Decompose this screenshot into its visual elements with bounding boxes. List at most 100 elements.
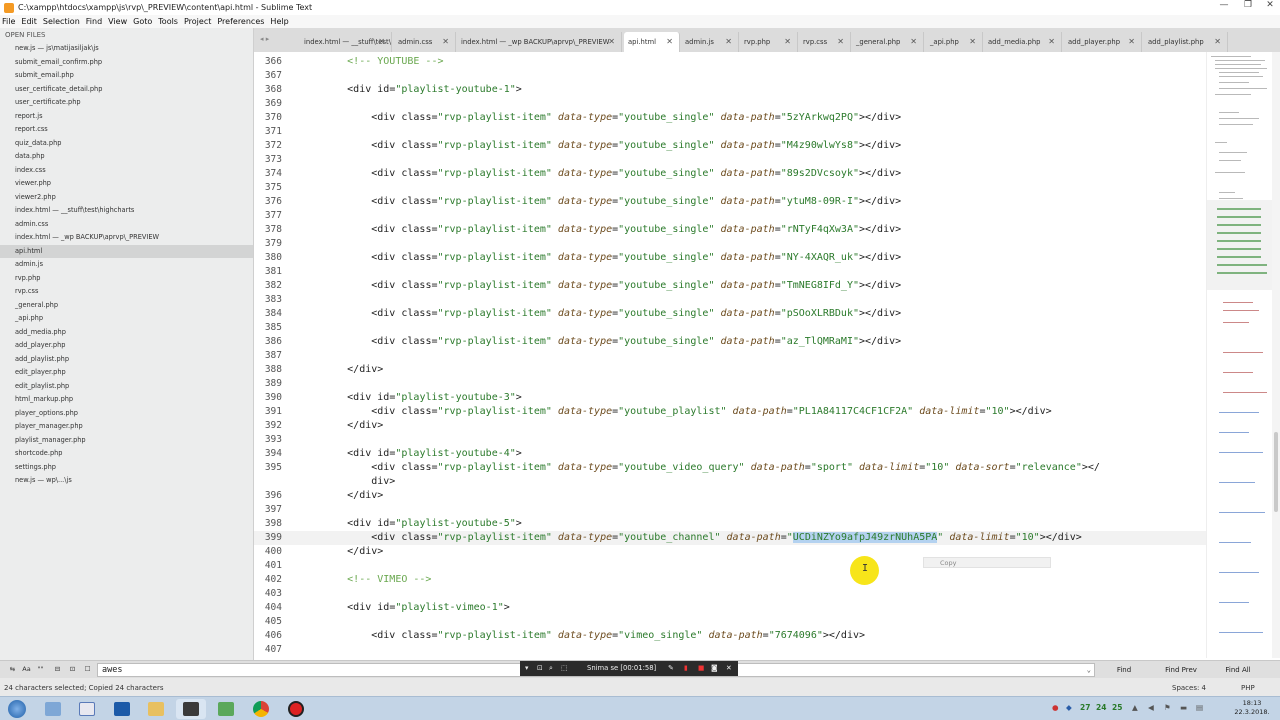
indentation-setting[interactable]: Spaces: 4: [1172, 678, 1206, 698]
in-selection-toggle-icon[interactable]: ⊡: [66, 664, 79, 675]
tab-file[interactable]: add_player.php ✕: [1064, 32, 1142, 52]
sidebar-file-item[interactable]: settings.php: [0, 461, 253, 475]
tab-file[interactable]: add_media.php ✕: [984, 32, 1062, 52]
tab-scroll-arrows[interactable]: ◂ ▸: [260, 35, 269, 43]
recorder-pen-icon[interactable]: ✎: [668, 661, 674, 676]
menu-edit[interactable]: Edit: [21, 17, 37, 26]
chrome-icon[interactable]: [246, 699, 276, 719]
sidebar-file-item[interactable]: submit_email_confirm.php: [0, 56, 253, 70]
sidebar-file-item[interactable]: api.html: [0, 244, 253, 258]
code-line[interactable]: 376 <div class="rvp-playlist-item" data-…: [254, 195, 1206, 209]
tab-close-icon[interactable]: ✕: [1048, 32, 1055, 52]
sidebar-file-item[interactable]: data.php: [0, 150, 253, 164]
tab-file[interactable]: _api.php ✕: [926, 32, 983, 52]
recorder-region-icon[interactable]: ⬚: [561, 661, 567, 676]
tray-flag-icon[interactable]: ⚑: [1164, 703, 1171, 712]
sidebar-file-item[interactable]: add_media.php: [0, 326, 253, 340]
tab-close-icon[interactable]: ✕: [1214, 32, 1221, 52]
tab-close-icon[interactable]: ✕: [837, 32, 844, 52]
menu-project[interactable]: Project: [184, 17, 211, 26]
tray-signal-icon[interactable]: ▤: [1196, 703, 1203, 712]
find-prev-button[interactable]: Find Prev: [1154, 663, 1208, 677]
minimize-button[interactable]: —: [1212, 0, 1236, 15]
code-editor[interactable]: 366 <!-- YOUTUBE --> 367 368 <div id="play…: [254, 52, 1206, 658]
recorder-window-icon[interactable]: ⊡: [537, 661, 543, 676]
code-line[interactable]: 384 <div class="rvp-playlist-item" data-…: [254, 307, 1206, 321]
visual-studio-icon[interactable]: [107, 699, 137, 719]
tab-file[interactable]: rvp.css ✕: [799, 32, 851, 52]
tray-counter-3[interactable]: 25: [1112, 703, 1122, 712]
menu-tools[interactable]: Tools: [158, 17, 178, 26]
regex-toggle-icon[interactable]: ⇆: [6, 664, 19, 675]
tab-file[interactable]: index.html — __stuff\test\ ✕: [300, 32, 392, 52]
code-line[interactable]: 398 <div id="playlist-youtube-5">: [254, 517, 1206, 531]
code-line[interactable]: 392 </div>: [254, 419, 1206, 433]
code-line[interactable]: 391 <div class="rvp-playlist-item" data-…: [254, 405, 1206, 419]
sidebar-file-item[interactable]: report.js: [0, 110, 253, 124]
tab-close-icon[interactable]: ✕: [666, 32, 673, 52]
sidebar-file-item[interactable]: new.js — js\matijasiljak\js: [0, 42, 253, 56]
recorder-pause-icon[interactable]: ▮: [684, 661, 688, 676]
code-line[interactable]: 380 <div class="rvp-playlist-item" data-…: [254, 251, 1206, 265]
code-line[interactable]: 366 <!-- YOUTUBE -->: [254, 55, 1206, 69]
sidebar-file-item[interactable]: admin.js: [0, 258, 253, 272]
menu-help[interactable]: Help: [270, 17, 288, 26]
code-line[interactable]: 394 <div id="playlist-youtube-4">: [254, 447, 1206, 461]
code-line[interactable]: 383: [254, 293, 1206, 307]
code-line[interactable]: 406 <div class="rvp-playlist-item" data-…: [254, 629, 1206, 643]
tray-app-icon[interactable]: ◆: [1066, 703, 1072, 712]
tab-close-icon[interactable]: ✕: [969, 32, 976, 52]
code-line[interactable]: 395 <div class="rvp-playlist-item" data-…: [254, 461, 1206, 475]
code-line[interactable]: 390 <div id="playlist-youtube-3">: [254, 391, 1206, 405]
code-line[interactable]: 403: [254, 587, 1206, 601]
sidebar-file-item[interactable]: add_playlist.php: [0, 353, 253, 367]
sidebar-file-item[interactable]: rvp.php: [0, 272, 253, 286]
wrap-toggle-icon[interactable]: ⊟: [51, 664, 64, 675]
tab-close-icon[interactable]: ✕: [910, 32, 917, 52]
whole-word-toggle-icon[interactable]: "": [34, 664, 47, 675]
sidebar-file-item[interactable]: quiz_data.php: [0, 137, 253, 151]
code-line[interactable]: 369: [254, 97, 1206, 111]
close-window-button[interactable]: ✕: [1258, 0, 1280, 15]
code-line[interactable]: 400 </div>: [254, 545, 1206, 559]
sidebar-file-item[interactable]: submit_email.php: [0, 69, 253, 83]
code-line[interactable]: 378 <div class="rvp-playlist-item" data-…: [254, 223, 1206, 237]
sidebar-file-item[interactable]: viewer2.php: [0, 191, 253, 205]
tab-close-icon[interactable]: ✕: [784, 32, 791, 52]
code-line[interactable]: 386 <div class="rvp-playlist-item" data-…: [254, 335, 1206, 349]
sidebar-file-item[interactable]: index.css: [0, 164, 253, 178]
find-all-button[interactable]: Find All: [1212, 663, 1264, 677]
code-line[interactable]: 401: [254, 559, 1206, 573]
sidebar-file-item[interactable]: player_options.php: [0, 407, 253, 421]
code-line[interactable]: 397: [254, 503, 1206, 517]
maximize-button[interactable]: ❐: [1236, 0, 1260, 15]
code-line[interactable]: 396 </div>: [254, 489, 1206, 503]
start-orb-icon[interactable]: [2, 699, 32, 719]
sidebar-file-item[interactable]: _general.php: [0, 299, 253, 313]
tab-close-icon[interactable]: ✕: [442, 32, 449, 52]
code-line[interactable]: 375: [254, 181, 1206, 195]
tray-battery-icon[interactable]: ▬: [1180, 703, 1187, 712]
code-line[interactable]: 393: [254, 433, 1206, 447]
tab-close-icon[interactable]: ✕: [1128, 32, 1135, 52]
menu-selection[interactable]: Selection: [43, 17, 80, 26]
sidebar-file-item[interactable]: add_player.php: [0, 339, 253, 353]
sidebar-file-item[interactable]: shortcode.php: [0, 447, 253, 461]
tab-close-icon[interactable]: ✕: [378, 32, 385, 52]
tab-file[interactable]: add_playlist.php ✕: [1144, 32, 1228, 52]
notepad-icon[interactable]: [72, 699, 102, 719]
highlight-toggle-icon[interactable]: ☐: [81, 664, 94, 675]
code-line[interactable]: 407: [254, 643, 1206, 657]
menu-find[interactable]: Find: [86, 17, 102, 26]
code-line[interactable]: 405: [254, 615, 1206, 629]
calculator-icon[interactable]: [211, 699, 241, 719]
tab-close-icon[interactable]: ✕: [725, 32, 732, 52]
sidebar-file-item[interactable]: user_certificate.php: [0, 96, 253, 110]
minimap[interactable]: [1206, 52, 1273, 658]
code-line[interactable]: 388 </div>: [254, 363, 1206, 377]
code-line[interactable]: 385: [254, 321, 1206, 335]
sidebar-file-item[interactable]: viewer.php: [0, 177, 253, 191]
sidebar-file-item[interactable]: report.css: [0, 123, 253, 137]
menu-view[interactable]: View: [108, 17, 127, 26]
code-line[interactable]: 387: [254, 349, 1206, 363]
